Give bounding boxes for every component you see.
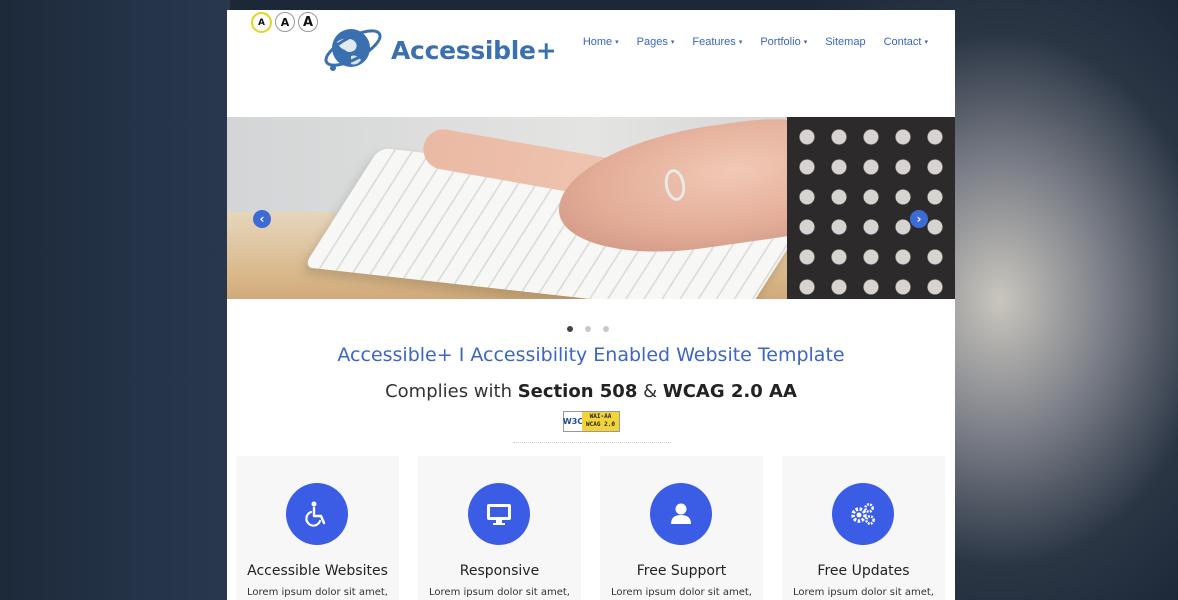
nav-label: Features — [692, 36, 736, 48]
section-divider — [513, 442, 671, 443]
hero-photo-sleeve — [787, 117, 955, 299]
font-size-small-button[interactable]: A — [251, 12, 272, 33]
feature-card-support: Free Support Lorem ipsum dolor sit amet, — [600, 456, 763, 600]
feature-card-responsive: Responsive Lorem ipsum dolor sit amet, — [418, 456, 581, 600]
nav-item-pages[interactable]: Pages ▾ — [628, 36, 684, 48]
subhead-section-508: Section 508 — [517, 381, 638, 402]
main-nav: Home ▾ Pages ▾ Features ▾ Portfolio ▾ Sitema… — [574, 36, 937, 48]
nav-label: Home — [582, 36, 613, 48]
wheelchair-icon — [286, 483, 348, 545]
slider-dot-2[interactable] — [585, 326, 591, 332]
hero-slide-image — [227, 117, 955, 299]
chevron-left-icon: ‹ — [259, 212, 265, 226]
feature-card-accessible: Accessible Websites Lorem ipsum dolor si… — [236, 456, 399, 600]
feature-description: Lorem ipsum dolor sit amet, — [611, 587, 752, 598]
nav-item-home[interactable]: Home ▾ — [574, 36, 628, 48]
feature-title: Responsive — [459, 563, 540, 579]
badge-line-1: WAI-AA — [589, 413, 612, 420]
compliance-subhead: Complies with Section 508 & WCAG 2.0 AA — [227, 381, 955, 402]
w3c-logo: W3C — [563, 412, 583, 431]
user-icon — [650, 483, 712, 545]
wcag-badge[interactable]: W3C WAI-AA WCAG 2.0 — [563, 411, 620, 432]
subhead-amp: & — [637, 381, 663, 402]
slider-dot-1[interactable] — [567, 326, 573, 332]
slider-next-button[interactable]: › — [910, 210, 928, 228]
features-row: Accessible Websites Lorem ipsum dolor si… — [236, 456, 945, 600]
font-size-medium-button[interactable]: A — [275, 12, 295, 32]
chevron-down-icon: ▾ — [615, 39, 619, 46]
nav-label: Sitemap — [825, 36, 866, 48]
slider-dots — [567, 326, 609, 332]
feature-title: Free Support — [636, 563, 727, 579]
feature-card-updates: Free Updates Lorem ipsum dolor sit amet, — [782, 456, 945, 600]
page-headline: Accessible+ I Accessibility Enabled Webs… — [337, 344, 845, 366]
nav-item-features[interactable]: Features ▾ — [683, 36, 751, 48]
nav-label: Contact — [883, 36, 922, 48]
monitor-icon — [468, 483, 530, 545]
nav-label: Portfolio — [760, 36, 801, 48]
feature-description: Lorem ipsum dolor sit amet, — [247, 587, 388, 598]
feature-title: Accessible Websites — [247, 563, 388, 579]
font-size-controls: A A A — [251, 12, 318, 33]
chevron-down-icon: ▾ — [803, 39, 808, 46]
feature-title: Free Updates — [817, 563, 910, 579]
nav-item-portfolio[interactable]: Portfolio ▾ — [751, 36, 816, 48]
subhead-prefix: Complies with — [385, 381, 518, 402]
chevron-right-icon: › — [916, 212, 922, 226]
feature-description: Lorem ipsum dolor sit amet, — [429, 587, 570, 598]
slider-dot-3[interactable] — [603, 326, 609, 332]
slider-prev-button[interactable]: ‹ — [253, 210, 271, 228]
badge-line-2: WCAG 2.0 — [586, 421, 615, 428]
chevron-down-icon: ▾ — [924, 39, 928, 46]
chevron-down-icon: ▾ — [738, 39, 743, 46]
font-size-large-button[interactable]: A — [298, 12, 318, 32]
subhead-wcag: WCAG 2.0 AA — [662, 381, 797, 402]
logo-text: Accessible+ — [391, 35, 557, 65]
background — [0, 0, 230, 600]
page-container: A A A Accessible+ Home ▾ Pages ▾ Features ▾… — [227, 10, 955, 600]
nav-item-sitemap[interactable]: Sitemap — [816, 36, 874, 48]
nav-label: Pages — [636, 36, 668, 48]
feature-description: Lorem ipsum dolor sit amet, — [793, 587, 934, 598]
globe-orbit-icon — [321, 16, 385, 80]
site-logo[interactable]: Accessible+ — [321, 16, 557, 80]
gears-icon — [832, 483, 894, 545]
nav-item-contact[interactable]: Contact ▾ — [875, 36, 937, 48]
wai-aa-label: WAI-AA WCAG 2.0 — [582, 412, 619, 431]
chevron-down-icon: ▾ — [670, 39, 675, 46]
